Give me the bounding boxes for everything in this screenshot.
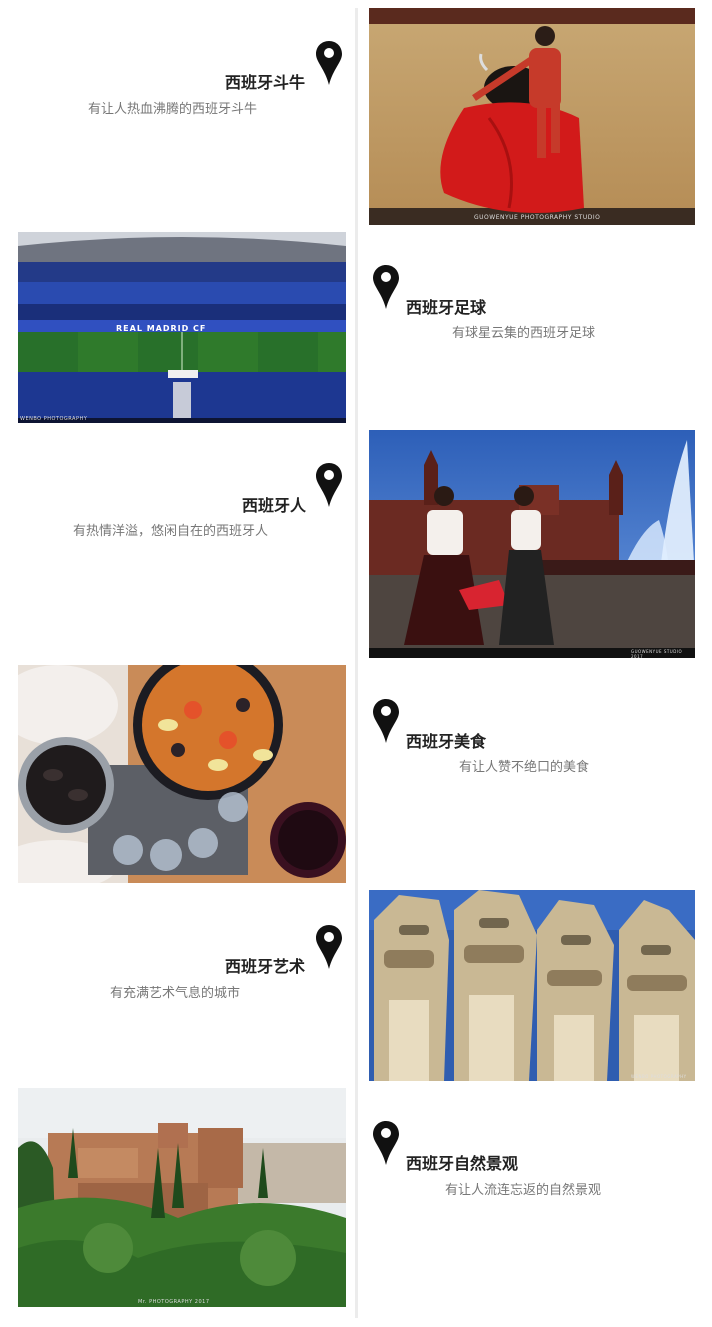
stadium-photo[interactable]: REAL MADRID CF WENBO PHOTOGRAPHY — [18, 232, 346, 423]
bullfighter-photo[interactable]: GUOWENYUE PHOTOGRAPHY STUDIO — [369, 8, 695, 225]
item-description: 有球星云集的西班牙足球 — [452, 326, 596, 341]
item-description: 有让人热血沸腾的西班牙斗牛 — [88, 102, 258, 117]
location-pin-icon — [316, 925, 342, 969]
location-pin-icon — [316, 41, 342, 85]
photo-watermark: GUOWENYUE STUDIO 2017 — [631, 649, 683, 658]
photo-watermark: Mr. PHOTOGRAPHY 2017 — [138, 1299, 210, 1305]
location-pin-icon — [316, 463, 342, 507]
alhambra-landscape-photo[interactable]: Mr. PHOTOGRAPHY 2017 — [18, 1088, 346, 1307]
location-pin-icon — [373, 265, 399, 309]
location-pin-icon — [373, 1121, 399, 1165]
timeline-divider — [355, 8, 358, 1318]
item-title: 西班牙自然景观 — [406, 1154, 519, 1173]
photo-watermark: GUOWENYUE PHOTOGRAPHY STUDIO — [474, 214, 601, 221]
item-title: 西班牙人 — [242, 496, 307, 515]
item-description: 有热情洋溢，悠闲自在的西班牙人 — [73, 524, 269, 539]
stadium-banner: REAL MADRID CF — [116, 324, 207, 333]
item-description: 有让人赞不绝口的美食 — [459, 760, 590, 775]
paella-photo[interactable] — [18, 665, 346, 883]
item-title: 西班牙斗牛 — [225, 73, 306, 92]
item-description: 有让人流连忘返的自然景观 — [445, 1183, 602, 1198]
item-title: 西班牙艺术 — [225, 957, 306, 976]
location-pin-icon — [373, 699, 399, 743]
photo-watermark: WENBO PHOTOGRAPHY — [20, 416, 88, 422]
item-title: 西班牙美食 — [406, 732, 487, 751]
photo-watermark: WENBO PHOTOGRAPHY — [631, 1074, 687, 1079]
flamenco-dancers-photo[interactable]: GUOWENYUE STUDIO 2017 — [369, 430, 695, 658]
gaudi-chimneys-photo[interactable]: WENBO PHOTOGRAPHY — [369, 890, 695, 1081]
item-title: 西班牙足球 — [406, 298, 487, 317]
item-description: 有充满艺术气息的城市 — [110, 986, 241, 1001]
